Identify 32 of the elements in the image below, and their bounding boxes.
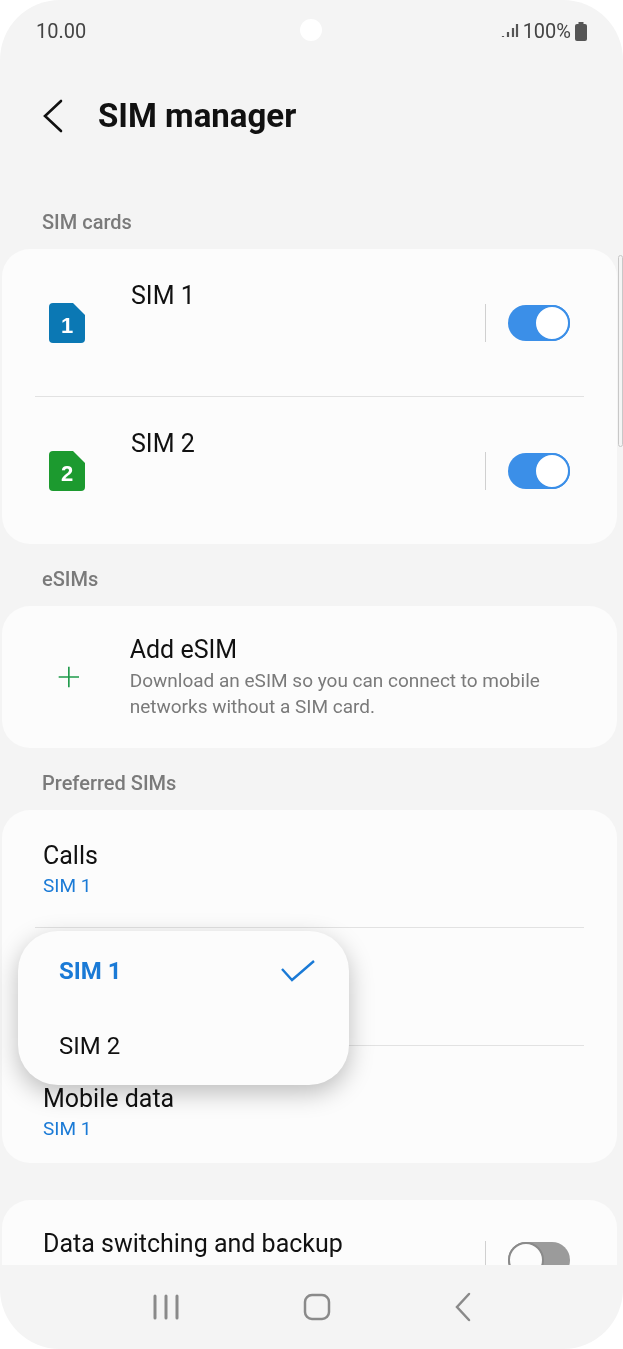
row-description: Download an eSIM so you can connect to mobile networks without a SIM card. xyxy=(129,668,541,720)
section-header: SIM cards xyxy=(41,209,133,236)
sim-name: SIM 1 xyxy=(131,280,195,312)
row-title: Mobile data xyxy=(43,1082,176,1115)
add-esim-row[interactable]: Add eSIM Download an eSIM so you can connect to mobile networks without a SIM card. xyxy=(2,606,617,748)
page-title: SIM manager xyxy=(98,94,297,137)
menu-option[interactable]: SIM 1 xyxy=(18,931,349,1008)
section-header: Preferred SIMs xyxy=(41,770,178,797)
preference-row[interactable]: Calls SIM 1 xyxy=(2,810,617,927)
signal-icon xyxy=(500,23,519,39)
home-icon[interactable] xyxy=(302,1293,331,1321)
row-title: Data switching and backup xyxy=(43,1229,343,1259)
toggle-switch[interactable] xyxy=(508,304,570,341)
back-icon[interactable] xyxy=(453,1292,472,1322)
sim-row[interactable]: 2 SIM 2 xyxy=(2,397,617,544)
toggle-row[interactable]: Data switching and backup xyxy=(2,1200,617,1265)
sim-card-icon: 2 xyxy=(49,450,85,491)
battery-level: 100% xyxy=(522,18,571,45)
row-value: SIM 1 xyxy=(43,872,93,899)
recent-apps-icon[interactable] xyxy=(151,1294,180,1320)
row-value: SIM 1 xyxy=(43,1115,93,1142)
checkmark-icon xyxy=(281,959,315,982)
status-time: 10.00 xyxy=(36,18,87,45)
sim-card-icon: 1 xyxy=(49,302,85,343)
sim-name: SIM 2 xyxy=(131,428,195,460)
sim-row[interactable]: 1 SIM 1 xyxy=(2,249,617,396)
menu-option[interactable]: SIM 2 xyxy=(18,1008,349,1085)
row-title: Add eSIM xyxy=(129,634,239,666)
section-header: eSIMs xyxy=(41,566,100,593)
battery-icon xyxy=(575,21,587,41)
row-title: Calls xyxy=(43,839,99,872)
toggle-switch[interactable] xyxy=(508,452,570,489)
